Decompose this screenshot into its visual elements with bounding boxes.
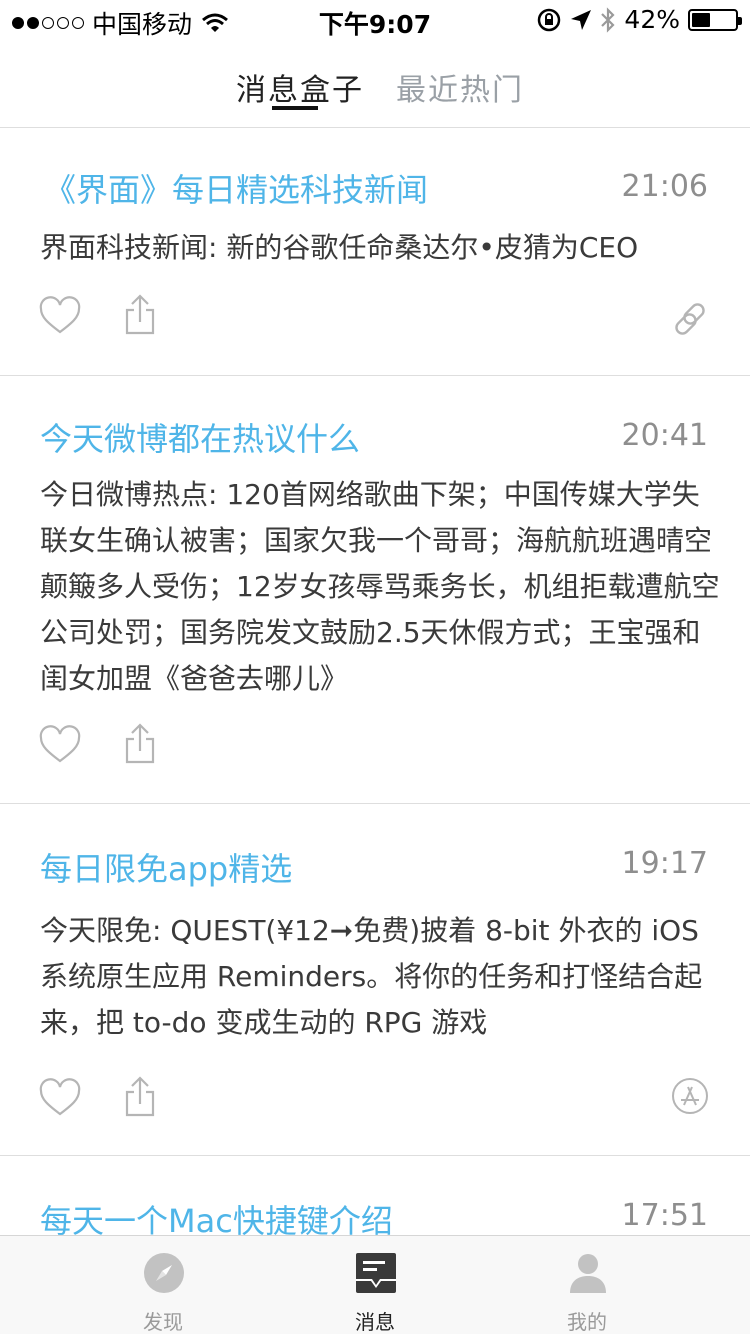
heart-icon[interactable] — [38, 295, 82, 339]
share-icon[interactable] — [118, 722, 162, 766]
link-icon[interactable] — [668, 297, 712, 341]
message-card[interactable]: 《界面》每日精选科技新闻 21:06 界面科技新闻: 新的谷歌任命桑达尔•皮猜为… — [0, 129, 750, 376]
top-navigation: 消息盒子 最近热门 — [0, 40, 750, 128]
card-time: 19:17 — [621, 846, 708, 881]
tab-recent-hot[interactable]: 最近热门 — [396, 65, 524, 109]
message-card[interactable]: 每天一个Mac快捷键介绍 17:51 — [0, 1156, 750, 1235]
card-title[interactable]: 今天微博都在热议什么 — [40, 414, 360, 460]
tab-mine[interactable]: 我的 — [527, 1236, 647, 1334]
share-icon[interactable] — [118, 293, 162, 337]
app-screen: 中国移动 下午9:07 42% 消息盒子 最近热门 《界面》每日精选科技新闻 2… — [0, 0, 750, 1334]
heart-icon[interactable] — [38, 1077, 82, 1121]
message-card[interactable]: 每日限免app精选 19:17 今天限免: QUEST(¥12➞免费)披着 8-… — [0, 804, 750, 1156]
location-arrow-icon — [571, 9, 592, 30]
status-bar: 中国移动 下午9:07 42% — [0, 0, 750, 40]
status-right: 42% — [536, 5, 742, 34]
card-body[interactable]: 界面科技新闻: 新的谷歌任命桑达尔•皮猜为CEO — [40, 225, 720, 271]
battery-icon — [688, 8, 742, 31]
bluetooth-icon — [601, 6, 615, 33]
card-title[interactable]: 《界面》每日精选科技新闻 — [44, 165, 428, 211]
tab-messages-label: 消息 — [355, 1310, 395, 1334]
message-feed[interactable]: 《界面》每日精选科技新闻 21:06 界面科技新闻: 新的谷歌任命桑达尔•皮猜为… — [0, 129, 750, 1235]
tab-discover[interactable]: 发现 — [103, 1236, 223, 1334]
card-time: 20:41 — [621, 418, 708, 453]
bottom-tab-bar: 发现 消息 我的 — [0, 1235, 750, 1334]
rotation-lock-icon — [538, 8, 561, 31]
message-card[interactable]: 今天微博都在热议什么 20:41 今日微博热点: 120首网络歌曲下架；中国传媒… — [0, 376, 750, 804]
card-time: 17:51 — [621, 1198, 708, 1233]
tab-messages[interactable]: 消息 — [315, 1236, 435, 1334]
tab-discover-label: 发现 — [143, 1310, 183, 1334]
compass-icon — [143, 1252, 185, 1294]
card-title[interactable]: 每天一个Mac快捷键介绍 — [40, 1196, 393, 1235]
app-store-icon[interactable] — [670, 1076, 710, 1116]
card-time: 21:06 — [621, 169, 708, 204]
person-icon — [567, 1252, 609, 1294]
card-body[interactable]: 今日微博热点: 120首网络歌曲下架；中国传媒大学失联女生确认被害；国家欠我一个… — [40, 472, 720, 702]
share-icon[interactable] — [118, 1075, 162, 1119]
card-body[interactable]: 今天限免: QUEST(¥12➞免费)披着 8-bit 外衣的 iOS 系统原生… — [40, 908, 720, 1046]
active-tab-indicator — [272, 106, 318, 110]
card-title[interactable]: 每日限免app精选 — [40, 844, 292, 890]
battery-percent: 42% — [624, 5, 680, 34]
heart-icon[interactable] — [38, 724, 82, 768]
tab-mine-label: 我的 — [567, 1310, 607, 1334]
battery-level — [692, 12, 710, 27]
message-box-icon — [355, 1252, 397, 1294]
tab-message-box[interactable]: 消息盒子 — [236, 65, 364, 109]
